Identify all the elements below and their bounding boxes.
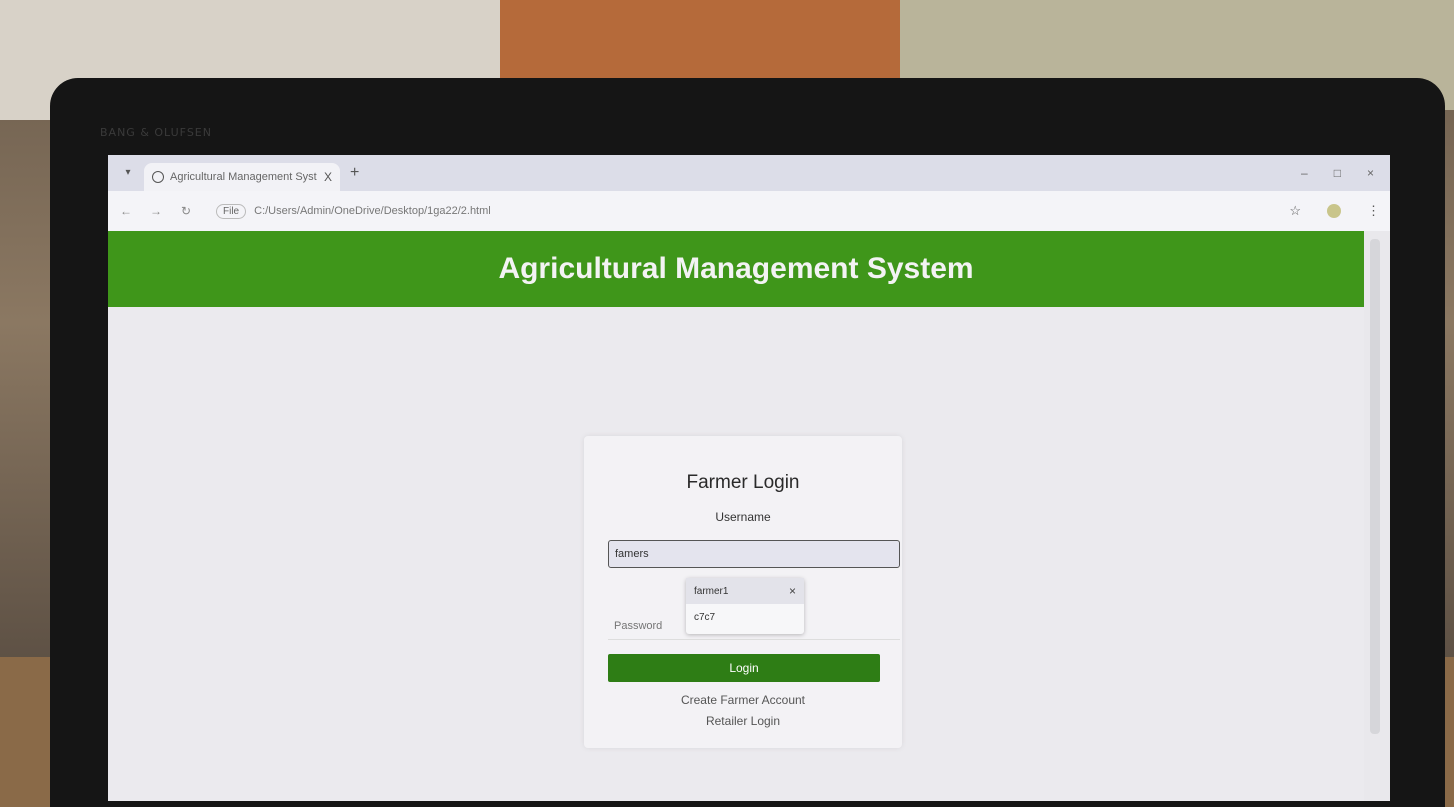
browser-tab[interactable]: Agricultural Management Syst X [144, 163, 340, 191]
new-tab-button[interactable]: + [350, 164, 359, 182]
laptop-brand: BANG & OLUFSEN [100, 126, 212, 139]
bookmark-star-icon[interactable]: ☆ [1289, 203, 1301, 219]
tab-title: Agricultural Management Syst [170, 171, 317, 183]
create-account-link[interactable]: Create Farmer Account [584, 693, 902, 707]
menu-kebab-icon[interactable]: ⋮ [1367, 203, 1380, 219]
username-label: Username [715, 510, 771, 524]
file-chip[interactable]: File [216, 203, 247, 219]
close-window-button[interactable]: × [1367, 166, 1374, 180]
page-content: Agricultural Management System Farmer Lo… [108, 231, 1364, 801]
toolbar-icons: ☆ ⋮ [1289, 203, 1380, 219]
url-text: C:/Users/Admin/OneDrive/Desktop/1ga22/2.… [254, 205, 491, 217]
site-title: Agricultural Management System [498, 252, 974, 285]
url-input[interactable]: File C:/Users/Admin/OneDrive/Desktop/1ga… [208, 200, 499, 223]
username-input[interactable] [608, 540, 900, 568]
minimize-button[interactable]: – [1301, 166, 1308, 180]
site-header: Agricultural Management System [108, 231, 1364, 307]
forward-icon[interactable]: → [148, 204, 164, 218]
scrollbar[interactable] [1370, 239, 1380, 734]
maximize-button[interactable]: □ [1334, 166, 1341, 180]
address-bar: ← → ↻ File C:/Users/Admin/OneDrive/Deskt… [108, 191, 1390, 231]
tab-bar: ▾ Agricultural Management Syst X + – □ × [108, 155, 1390, 191]
login-title: Farmer Login [686, 472, 800, 493]
window-controls: – □ × [1301, 166, 1374, 180]
password-input[interactable] [608, 612, 900, 640]
autocomplete-item[interactable]: farmer1 × [686, 578, 804, 604]
tab-close-icon[interactable]: X [324, 170, 332, 184]
remove-suggestion-icon[interactable]: × [789, 584, 796, 598]
reload-icon[interactable]: ↻ [178, 204, 194, 218]
retailer-login-link[interactable]: Retailer Login [584, 714, 902, 728]
autocomplete-item-label: farmer1 [694, 585, 729, 597]
globe-icon [152, 171, 164, 183]
browser-window: ▾ Agricultural Management Syst X + – □ ×… [108, 155, 1390, 801]
back-icon[interactable]: ← [118, 204, 134, 218]
login-card: Farmer Login Username farmer1 × c7c7 Log… [584, 436, 902, 748]
profile-avatar[interactable] [1327, 204, 1341, 218]
login-button[interactable]: Login [608, 654, 880, 682]
tab-search-icon[interactable]: ▾ [118, 163, 138, 183]
